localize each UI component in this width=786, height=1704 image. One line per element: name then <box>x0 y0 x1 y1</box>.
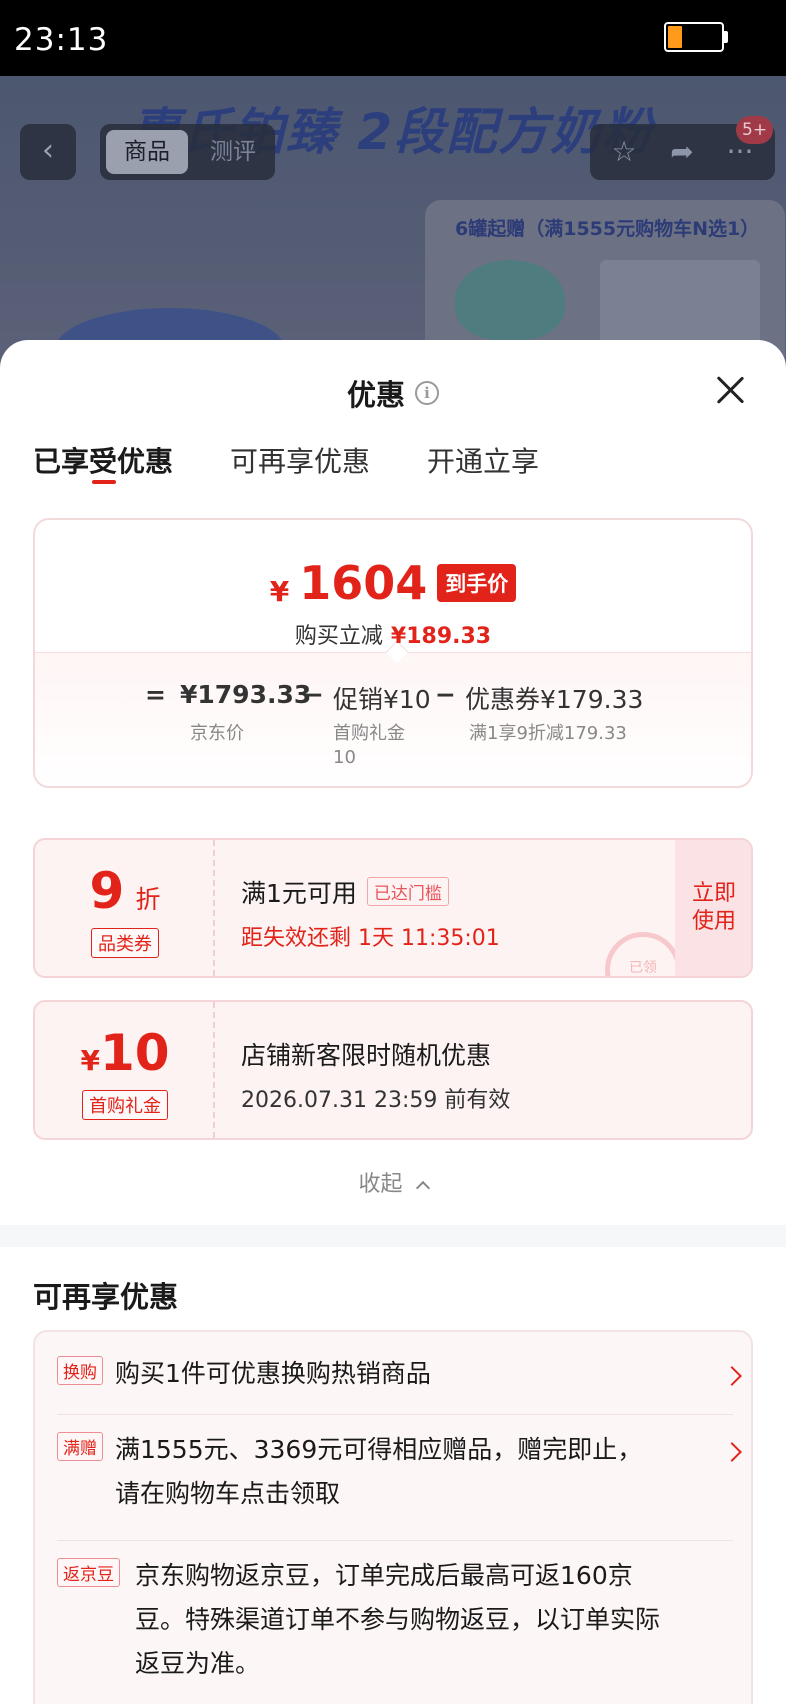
use-now-label-1: 立即 <box>691 881 736 906</box>
status-time: 23:13 <box>14 22 109 58</box>
discount-tabs: 已享受优惠 可再享优惠 开通立享 <box>0 440 786 500</box>
tab-goods[interactable]: 商品 <box>106 130 188 174</box>
discount-sheet: 优惠 i 已享受优惠 可再享优惠 开通立享 ¥ 1604 到手价 购买立减 ¥18… <box>0 340 786 1704</box>
coupon-countdown: 距失效还剩 1天 11:35:01 <box>241 926 500 951</box>
chevron-up-icon <box>415 1180 430 1196</box>
coupon-discount-unit: 折 <box>135 885 161 914</box>
coupon-type-label: 品类券 <box>91 928 159 958</box>
price-breakdown-area <box>35 652 751 786</box>
product-page-background: 惠氏铂臻 2段配方奶粉 ‹ 商品 测评 ☆ ➦ ··· 5+ 6罐起赠（满155… <box>0 76 786 376</box>
category-coupon: 9 折 品类券 满1元可用 已达门槛 距失效还剩 1天 11:35:01 已领 立… <box>33 838 753 978</box>
list-item[interactable]: 返京豆 京东购物返京豆，订单完成后最高可返160京 豆。特殊渠道订单不参与购物返… <box>57 1554 737 1694</box>
list-item[interactable]: 换购 购买1件可优惠换购热销商品 <box>57 1352 737 1396</box>
reduce-line: 购买立减 ¥189.33 <box>35 618 751 650</box>
promo-text: 购买1件可优惠换购热销商品 <box>115 1359 431 1388</box>
list-item[interactable]: 满赠 满1555元、3369元可得相应赠品，赠完即止， 请在购物车点击领取 <box>57 1428 737 1518</box>
final-price-value: 1604 <box>299 556 428 610</box>
jd-price: ¥1793.33 <box>180 680 312 709</box>
collapse-label: 收起 <box>358 1172 403 1197</box>
status-bar: 23:13 <box>0 0 786 76</box>
gift-promo-text: 6罐起赠（满1555元购物车N选1） <box>455 218 760 240</box>
reduce-amount: ¥189.33 <box>390 624 492 649</box>
battery-icon <box>664 22 724 52</box>
equals-sign: = <box>145 680 166 709</box>
use-now-button[interactable]: 立即 使用 <box>675 840 751 976</box>
use-now-label-2: 使用 <box>691 909 736 934</box>
battery-nub <box>724 31 728 43</box>
promo-text-line-2: 豆。特殊渠道订单不参与购物返豆，以订单实际 <box>135 1605 661 1634</box>
tab-underline <box>92 480 116 484</box>
favorite-star-icon[interactable]: ☆ <box>602 132 646 172</box>
more-offers-title: 可再享优惠 <box>33 1280 179 1314</box>
promo-amount: 促销¥10 <box>333 685 431 714</box>
share-icon[interactable]: ➦ <box>660 132 704 172</box>
coupon-discount-value: 9 <box>89 862 125 920</box>
jd-price-label: 京东价 <box>190 723 244 744</box>
final-price: ¥ 1604 到手价 <box>270 556 517 610</box>
tab-more-available[interactable]: 可再享优惠 <box>230 440 370 480</box>
threshold-reached-tag: 已达门槛 <box>366 877 449 906</box>
promo-tag: 返京豆 <box>57 1558 120 1587</box>
final-currency: ¥ <box>269 574 290 608</box>
product-tabs: 商品 测评 <box>100 124 275 180</box>
price-summary-card: ¥ 1604 到手价 购买立减 ¥189.33 = ¥1793.33 京东价 − … <box>33 518 753 788</box>
more-offers-card: 换购 购买1件可优惠换购热销商品 满赠 满1555元、3369元可得相应赠品，赠… <box>33 1330 753 1704</box>
first-purchase-coupon: ¥10 首购礼金 店铺新客限时随机优惠 2026.07.31 23:59 前有效 <box>33 1000 753 1140</box>
back-icon[interactable]: ‹ <box>20 124 76 180</box>
close-icon[interactable] <box>710 370 750 410</box>
collapse-button[interactable]: 收起 <box>0 1166 786 1198</box>
coupon-expiry: 2026.07.31 23:59 前有效 <box>241 1088 511 1113</box>
minus-sign-1: − <box>303 680 324 709</box>
message-count-badge: 5+ <box>736 116 774 144</box>
promo-tag: 换购 <box>57 1356 103 1385</box>
toy-image <box>455 260 565 340</box>
coupon-cash-value: 10 <box>99 1024 170 1082</box>
info-icon[interactable]: i <box>415 381 439 405</box>
section-divider <box>0 1225 786 1247</box>
coupon-type-label: 首购礼金 <box>82 1090 168 1120</box>
promo-text-line-1: 满1555元、3369元可得相应赠品，赠完即止， <box>115 1435 643 1464</box>
final-price-tag: 到手价 <box>437 564 517 602</box>
coupon-currency: ¥ <box>80 1044 100 1077</box>
tab-enjoyed[interactable]: 已享受优惠 <box>33 440 173 480</box>
minus-sign-2: − <box>435 680 456 709</box>
claimed-stamp: 已领 <box>605 932 681 976</box>
coupon-amount: 优惠券¥179.33 <box>465 685 644 714</box>
tab-review[interactable]: 测评 <box>198 130 268 174</box>
sheet-title: 优惠 i <box>0 372 786 414</box>
promo-text-line-3: 返豆为准。 <box>135 1649 261 1678</box>
sheet-title-text: 优惠 <box>346 378 405 412</box>
promo-tag: 满赠 <box>57 1432 103 1461</box>
promo-text-line-2: 请在购物车点击领取 <box>115 1479 341 1508</box>
reduce-label: 购买立减 <box>294 624 383 649</box>
coupon-condition: 满1元可用 <box>241 879 357 908</box>
coupon-label: 满1享9折减179.33 <box>469 723 627 744</box>
promo-label-1: 首购礼金 <box>333 723 405 744</box>
promo-label-2: 10 <box>333 747 356 768</box>
coupon-title: 店铺新客限时随机优惠 <box>241 1041 492 1070</box>
promo-text-line-1: 京东购物返京豆，订单完成后最高可返160京 <box>135 1561 633 1590</box>
tab-activate[interactable]: 开通立享 <box>427 440 539 480</box>
